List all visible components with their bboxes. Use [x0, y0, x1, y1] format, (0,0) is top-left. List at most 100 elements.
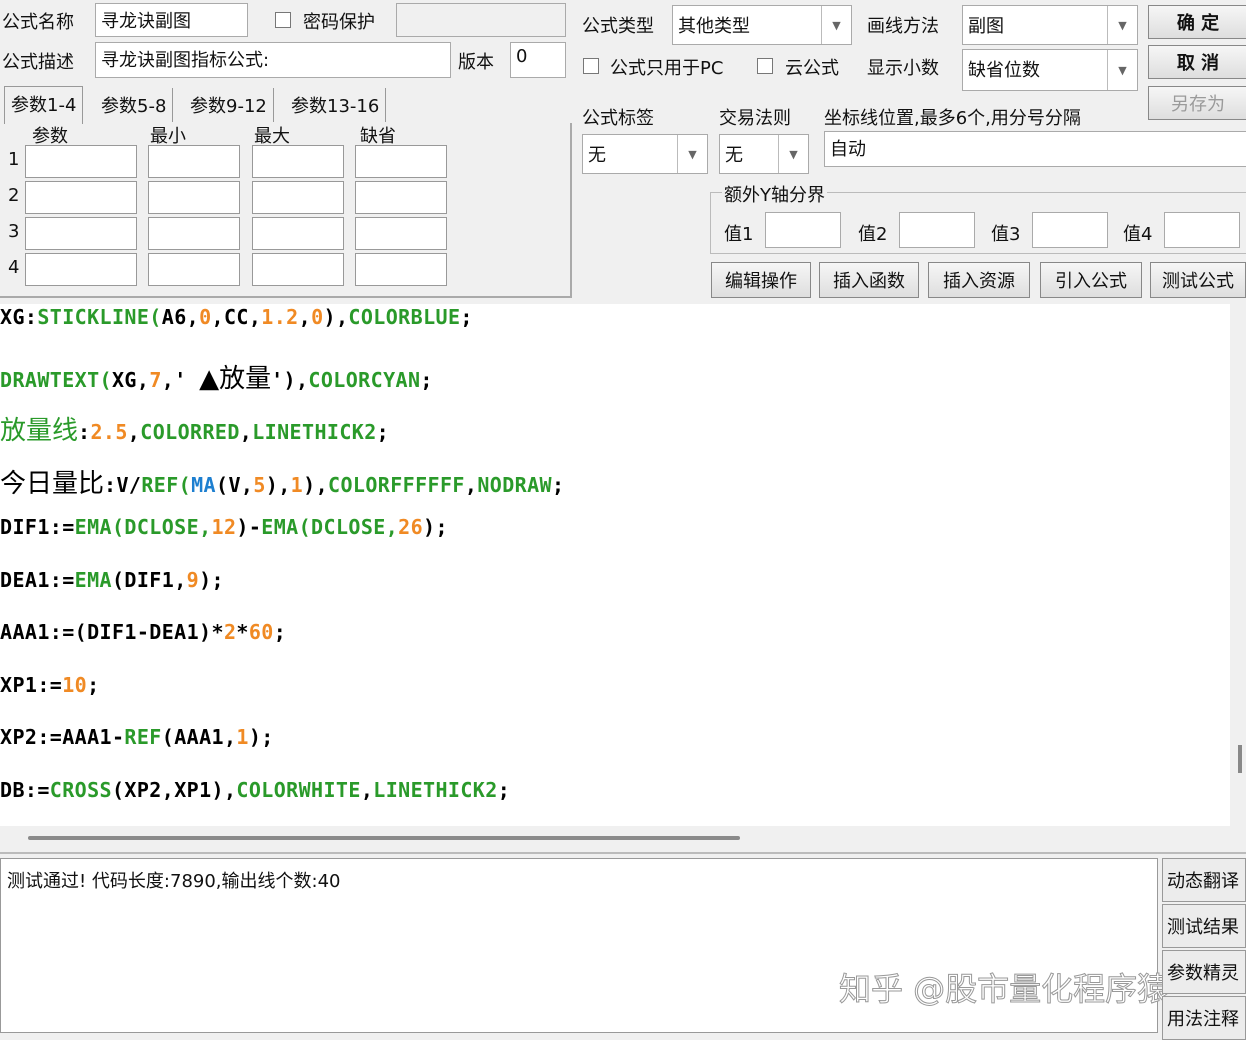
code-token: COLORWHITE	[236, 777, 361, 802]
code-token: ,	[360, 777, 374, 802]
param-cell-min[interactable]	[148, 181, 240, 214]
tab-params-5-8[interactable]: 参数5-8	[95, 88, 174, 122]
param-row-number: 2	[8, 185, 20, 206]
code-token: 放量线	[0, 416, 79, 446]
code-token: 26	[398, 515, 424, 539]
action-button-3[interactable]: 插入资源	[928, 262, 1030, 298]
action-button-5[interactable]: 测试公式	[1150, 262, 1246, 298]
cloud-label: 云公式	[785, 58, 839, 79]
pc-only-checkbox[interactable]	[583, 58, 599, 74]
ok-button[interactable]: 确 定	[1148, 5, 1246, 39]
code-token: XP2:=AAA1-	[0, 725, 125, 749]
formula-type-select[interactable]: 其他类型 ▼	[672, 5, 852, 45]
draw-method-select[interactable]: 副图 ▼	[962, 5, 1138, 45]
code-token: );	[423, 515, 448, 539]
chevron-down-icon: ▼	[677, 135, 707, 173]
param-cell-default[interactable]	[355, 181, 447, 214]
tag-label: 公式标签	[582, 108, 654, 129]
param-cell-max[interactable]	[252, 181, 344, 214]
y-value-input-4[interactable]	[1164, 212, 1240, 248]
code-token: ,CC,	[211, 305, 262, 329]
y-value-input-3[interactable]	[1032, 212, 1108, 248]
tag-select[interactable]: 无 ▼	[582, 134, 708, 174]
code-token: EMA(DCLOSE,	[74, 515, 212, 539]
save-as-button[interactable]: 另存为	[1148, 86, 1246, 120]
code-line: DIF1:=EMA(DCLOSE,12)-EMA(DCLOSE,26);	[0, 515, 448, 539]
action-button-4[interactable]: 引入公式	[1040, 262, 1142, 298]
draw-method-label: 画线方法	[867, 16, 939, 37]
side-button-4[interactable]: 用法注释	[1162, 996, 1246, 1040]
param-cell-default[interactable]	[355, 145, 447, 178]
code-token: CROSS	[49, 777, 112, 802]
tab-params-13-16[interactable]: 参数13-16	[285, 88, 387, 122]
code-token: 0	[311, 305, 324, 329]
code-token: COLORRED	[140, 420, 240, 444]
code-editor[interactable]: XG:STICKLINE(A6,0,CC,1.2,0),COLORBLUE; DR…	[0, 304, 1230, 826]
code-token: COLORBLUE	[348, 305, 461, 329]
code-line: XP2:=AAA1-REF(AAA1,1);	[0, 725, 274, 749]
param-cell-max[interactable]	[252, 145, 344, 178]
param-cell-default[interactable]	[355, 253, 447, 286]
code-token: 2.5	[90, 420, 128, 444]
code-token: 7	[149, 367, 162, 392]
code-token: 1.2	[261, 305, 299, 329]
axis-position-input[interactable]: 自动	[824, 131, 1246, 167]
y-value-label-1: 值1	[724, 224, 754, 245]
code-token: ),	[323, 305, 349, 329]
param-cell-name[interactable]	[25, 217, 137, 250]
param-cell-min[interactable]	[148, 145, 240, 178]
password-checkbox[interactable]	[275, 12, 291, 28]
code-token: (XP2,XP1),	[111, 777, 237, 802]
horizontal-scrollbar-thumb[interactable]	[28, 836, 740, 840]
code-token: 60	[248, 620, 274, 644]
y-value-input-2[interactable]	[899, 212, 975, 248]
param-row-number: 4	[8, 257, 20, 278]
side-button-2[interactable]: 测试结果	[1162, 904, 1246, 948]
splitter[interactable]	[0, 852, 1246, 854]
code-token: (AAA1,	[161, 725, 237, 749]
cancel-button[interactable]: 取 消	[1148, 45, 1246, 79]
code-token: COLORFFFFFF	[328, 472, 465, 497]
formula-name-input[interactable]: 寻龙诀副图	[95, 3, 248, 37]
y-value-label-2: 值2	[858, 224, 888, 245]
tab-params-9-12[interactable]: 参数9-12	[184, 88, 274, 122]
code-token: ;	[551, 472, 565, 497]
param-cell-max[interactable]	[252, 217, 344, 250]
action-button-2[interactable]: 插入函数	[819, 262, 919, 298]
side-button-3[interactable]: 参数精灵	[1162, 950, 1246, 994]
param-cell-min[interactable]	[148, 253, 240, 286]
pc-only-label: 公式只用于PC	[610, 58, 724, 79]
param-cell-name[interactable]	[25, 253, 137, 286]
code-token: AAA1:=(DIF1-DEA1)*	[0, 620, 224, 644]
code-token: *	[236, 620, 249, 644]
code-token: DB:=	[0, 777, 50, 802]
param-cell-name[interactable]	[25, 145, 137, 178]
code-line: DB:=CROSS(XP2,XP1),COLORWHITE,LINETHICK2…	[0, 778, 510, 802]
action-button-1[interactable]: 编辑操作	[711, 262, 811, 298]
code-token: ;	[420, 367, 433, 392]
code-token: LINETHICK2	[252, 420, 377, 444]
code-token: REF(	[141, 472, 192, 497]
side-button-1[interactable]: 动态翻译	[1162, 858, 1246, 902]
code-line: 今日量比:V/REF(MA(V,5),1),COLORFFFFFF,NODRAW…	[0, 463, 564, 500]
decimal-select[interactable]: 缺省位数 ▼	[962, 49, 1138, 91]
code-token: ▲放量	[199, 363, 272, 394]
version-input[interactable]: 0	[510, 42, 566, 78]
y-axis-group-label: 额外Y轴分界	[722, 181, 827, 207]
code-token: ;	[497, 777, 511, 802]
param-cell-name[interactable]	[25, 181, 137, 214]
y-value-input-1[interactable]	[765, 212, 841, 248]
version-label: 版本	[458, 52, 494, 73]
password-input[interactable]	[396, 3, 566, 37]
vertical-scrollbar[interactable]	[1238, 745, 1242, 773]
param-cell-min[interactable]	[148, 217, 240, 250]
cloud-checkbox[interactable]	[757, 58, 773, 74]
formula-desc-input[interactable]: 寻龙诀副图指标公式:	[95, 42, 451, 78]
param-cell-default[interactable]	[355, 217, 447, 250]
password-label: 密码保护	[303, 12, 375, 33]
trade-rule-label: 交易法则	[719, 108, 791, 129]
param-cell-max[interactable]	[252, 253, 344, 286]
trade-rule-select[interactable]: 无 ▼	[719, 134, 809, 174]
decimal-value: 缺省位数	[968, 60, 1040, 81]
tab-params-1-4[interactable]: 参数1-4	[4, 86, 84, 124]
